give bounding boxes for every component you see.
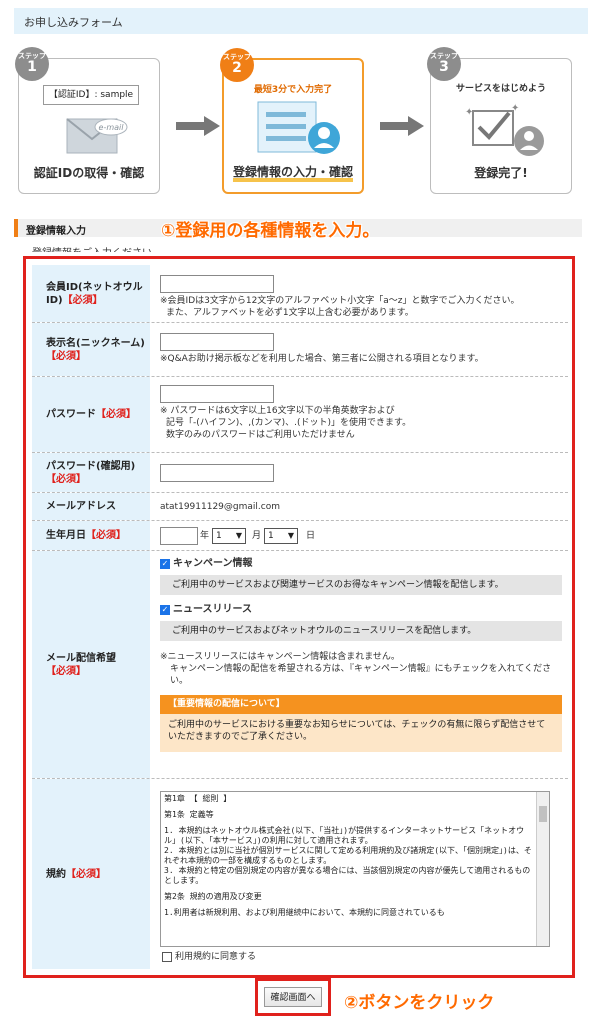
agree-label: 利用規約に同意する — [175, 952, 257, 962]
form-header: お申し込みフォーム — [14, 8, 588, 34]
birth-month-select[interactable]: 1 ▼ — [212, 528, 246, 544]
form-title: お申し込みフォーム — [24, 16, 123, 29]
mail-note-1: ※ニュースリリースにはキャンペーン情報は含まれません。 — [160, 652, 400, 662]
mail-label: メール配信希望 【必須】 — [32, 551, 150, 778]
svg-text:e-mail: e-mail — [99, 123, 125, 132]
step-2-tagline: 最短3分で入力完了 — [253, 85, 333, 95]
password-label: パスワード【必須】 — [32, 377, 150, 452]
step-1-badge: ステップ 1 — [15, 47, 49, 81]
agree-checkbox[interactable] — [162, 952, 172, 962]
row-terms: 規約【必須】 第1章 【 総則 】 第1条 定義等 1. 本規約はネットオウル株… — [32, 779, 568, 969]
birth-year-input[interactable] — [160, 527, 198, 545]
password-confirm-label: パスワード(確認用)【必須】 — [32, 453, 150, 492]
step-3-tagline: サービスをはじめよう — [455, 84, 546, 94]
row-password-confirm: パスワード(確認用)【必須】 — [32, 453, 568, 493]
annotation-enter-info: ①登録用の各種情報を入力。 — [161, 221, 380, 241]
sample-id-box: 【認証ID】: sample — [43, 85, 139, 105]
confirm-button-highlight: 確認画面へ — [255, 978, 331, 1016]
step-2-caption: 登録情報の入力・確認 — [232, 165, 353, 179]
password-note-3: 数字のみのパスワードはご利用いただけません — [166, 430, 355, 440]
mail-note-2: キャンペーン情報の配信を希望される方は、『キャンペーン情報』にもチェックを入れて… — [170, 664, 552, 686]
important-body: ご利用中のサービスにおける重要なお知らせについては、チェックの有無に限らず配信さ… — [160, 714, 562, 752]
terms-label: 規約【必須】 — [32, 779, 150, 969]
step-2-card: ステップ 2 最短3分で入力完了 登録情報の入力・確認 — [220, 48, 364, 194]
birthday-label: 生年月日【必須】 — [32, 521, 150, 550]
step-3-caption: 登録完了! — [474, 166, 528, 180]
password-note-1: ※ パスワードは6文字以上16文字以下の半角英数字および — [160, 406, 395, 416]
nickname-note: ※Q&Aお助け掲示板などを利用した場合、第三者に公開される項目となります。 — [160, 354, 484, 364]
year-unit: 年 — [200, 531, 210, 541]
row-mail-delivery: メール配信希望 【必須】 ✓ キャンペーン情報 ご利用中のサービスおよび関連サービ… — [32, 551, 568, 779]
nickname-label: 表示名(ニックネーム)【必須】 — [32, 323, 150, 376]
campaign-checkbox[interactable]: ✓ — [160, 559, 170, 569]
row-email: メールアドレス atat19911129@gmail.com — [32, 493, 568, 521]
step-3-card: ステップ 3 サービスをはじめよう ✦ ✦ 登録完了! — [427, 47, 572, 194]
member-id-note-2: また、アルファベットを必ず1文字以上含む必要があります。 — [166, 308, 414, 318]
row-member-id: 会員ID(ネットオウルID)【必須】 ※会員IDは3文字から12文字のアルファベ… — [32, 265, 568, 323]
chevron-down-icon: ▼ — [287, 531, 294, 540]
chevron-down-icon: ▼ — [235, 531, 242, 540]
envelope-icon: e-mail — [66, 118, 128, 154]
terms-scrollbar[interactable] — [536, 792, 549, 946]
member-id-label: 会員ID(ネットオウルID)【必須】 — [32, 265, 150, 322]
confirm-button[interactable]: 確認画面へ — [264, 987, 322, 1007]
campaign-label: キャンペーン情報 — [173, 558, 253, 569]
svg-text:✦: ✦ — [511, 103, 519, 114]
nickname-input[interactable] — [160, 333, 274, 351]
check-user-icon: ✦ ✦ — [465, 103, 544, 156]
password-note-2: 記号「-(ハイフン)、,(カンマ)、.(ドット)」を使用できます。 — [166, 418, 412, 428]
form-user-icon — [257, 101, 340, 154]
row-password: パスワード【必須】 ※ パスワードは6文字以上16文字以下の半角英数字および 記… — [32, 377, 568, 453]
news-checkbox[interactable]: ✓ — [160, 605, 170, 615]
important-title: 【重要情報の配信について】 — [160, 695, 562, 714]
row-birthday: 生年月日【必須】 年 1 ▼ 月 1 ▼ 日 — [32, 521, 568, 551]
svg-text:✦: ✦ — [465, 107, 473, 118]
news-label: ニュースリリース — [173, 604, 252, 615]
member-id-note: ※会員IDは3文字から12文字のアルファベット小文字「a〜z」と数字でご入力くだ… — [160, 296, 520, 306]
month-unit: 月 — [252, 531, 262, 541]
terms-textarea[interactable]: 第1章 【 総則 】 第1条 定義等 1. 本規約はネットオウル株式会社(以下、… — [160, 791, 550, 947]
step-2-badge: ステップ 2 — [220, 48, 254, 82]
step-arrow-1 — [176, 116, 220, 136]
step-arrow-2 — [380, 116, 424, 136]
member-id-input[interactable] — [160, 275, 274, 293]
annotation-click-button: ②ボタンをクリック — [344, 993, 495, 1013]
step-3-badge: ステップ 3 — [427, 47, 461, 81]
campaign-desc: ご利用中のサービスおよび関連サービスのお得なキャンペーン情報を配信します。 — [160, 575, 562, 595]
email-label: メールアドレス — [32, 493, 150, 520]
row-nickname: 表示名(ニックネーム)【必須】 ※Q&Aお助け掲示板などを利用した場合、第三者に… — [32, 323, 568, 377]
registration-form: 会員ID(ネットオウルID)【必須】 ※会員IDは3文字から12文字のアルファベ… — [23, 256, 575, 978]
birth-day-select[interactable]: 1 ▼ — [264, 528, 298, 544]
email-value: atat19911129@gmail.com — [160, 502, 280, 512]
password-input[interactable] — [160, 385, 274, 403]
section-subtitle: 登録情報をご入力ください。 — [32, 244, 162, 252]
step-1-card: ステップ 1 【認証ID】: sample e-mail 認証IDの取得・確認 — [15, 47, 160, 194]
password-confirm-input[interactable] — [160, 464, 274, 482]
news-desc: ご利用中のサービスおよびネットオウルのニュースリリースを配信します。 — [160, 621, 562, 641]
day-unit: 日 — [306, 531, 316, 541]
step-1-caption: 認証IDの取得・確認 — [33, 166, 145, 180]
